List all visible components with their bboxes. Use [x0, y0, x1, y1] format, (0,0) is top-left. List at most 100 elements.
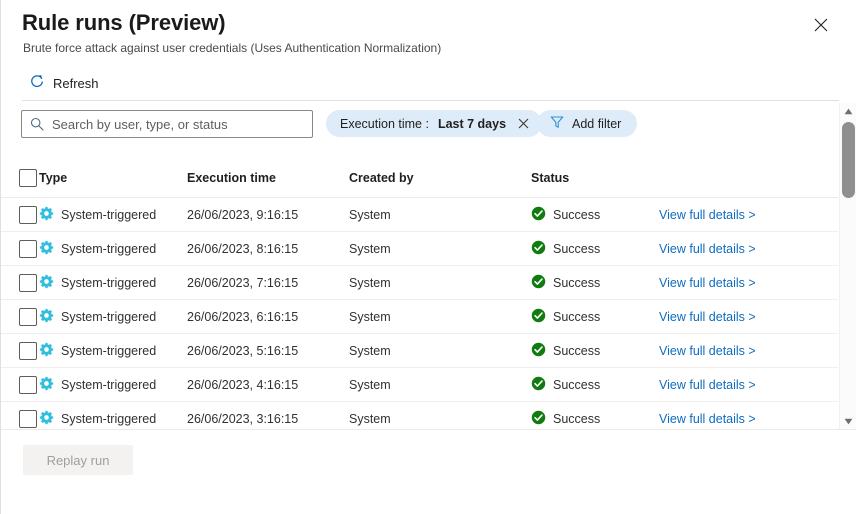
- table-row[interactable]: System-triggered 26/06/2023, 6:16:15 Syste…: [1, 299, 838, 334]
- vertical-scrollbar[interactable]: [839, 103, 856, 430]
- replay-run-button[interactable]: Replay run: [23, 445, 133, 475]
- view-full-details-link[interactable]: View full details >: [659, 208, 756, 222]
- cell-actions: View full details >: [659, 265, 838, 300]
- add-filter-label: Add filter: [572, 116, 622, 131]
- search-box[interactable]: [21, 110, 313, 138]
- row-select-cell: [1, 197, 39, 232]
- table-row[interactable]: System-triggered 26/06/2023, 5:16:15 Syste…: [1, 333, 838, 368]
- cell-status: Success: [531, 265, 659, 300]
- cell-execution-time: 26/06/2023, 6:16:15: [187, 299, 349, 334]
- view-full-details-link[interactable]: View full details >: [659, 310, 756, 324]
- cell-created-by: System: [349, 333, 531, 368]
- cell-created-by: System: [349, 265, 531, 300]
- view-full-details-link[interactable]: View full details >: [659, 412, 756, 426]
- search-icon: [22, 117, 52, 131]
- filter-pill-label: Execution time :: [340, 116, 429, 131]
- type-label: System-triggered: [61, 241, 157, 256]
- cell-actions: View full details >: [659, 333, 838, 368]
- cell-type: System-triggered: [39, 333, 187, 368]
- cell-type: System-triggered: [39, 231, 187, 266]
- page-subtitle: Brute force attack against user credenti…: [23, 41, 442, 55]
- table-row[interactable]: System-triggered 26/06/2023, 7:16:15 Syste…: [1, 265, 838, 300]
- gear-icon: [39, 240, 54, 258]
- scrollbar-thumb[interactable]: [842, 122, 855, 198]
- cell-execution-time: 26/06/2023, 8:16:15: [187, 231, 349, 266]
- cell-actions: View full details >: [659, 401, 838, 430]
- runs-table-body: System-triggered 26/06/2023, 9:16:15 Syste…: [1, 197, 838, 430]
- view-full-details-link[interactable]: View full details >: [659, 276, 756, 290]
- scroll-down-arrow-icon[interactable]: [840, 413, 856, 430]
- view-full-details-link[interactable]: View full details >: [659, 344, 756, 358]
- column-header-execution-time[interactable]: Execution time: [187, 158, 349, 198]
- rule-runs-panel: Rule runs (Preview) Brute force attack a…: [0, 0, 856, 514]
- refresh-button[interactable]: Refresh: [23, 70, 107, 97]
- cell-created-by: System: [349, 367, 531, 402]
- status-label: Success: [553, 309, 601, 324]
- column-header-actions: [659, 158, 838, 198]
- cell-execution-time: 26/06/2023, 4:16:15: [187, 367, 349, 402]
- column-header-created-by[interactable]: Created by: [349, 158, 531, 198]
- add-filter-button[interactable]: Add filter: [537, 110, 638, 137]
- refresh-icon: [29, 74, 45, 93]
- success-icon: [531, 274, 546, 292]
- table-row[interactable]: System-triggered 26/06/2023, 4:16:15 Syste…: [1, 367, 838, 402]
- row-checkbox[interactable]: [19, 409, 37, 428]
- row-checkbox[interactable]: [19, 273, 37, 292]
- runs-table: Type Execution time Created by Status Sy…: [1, 158, 838, 430]
- view-full-details-link[interactable]: View full details >: [659, 378, 756, 392]
- table-row[interactable]: System-triggered 26/06/2023, 3:16:15 Syste…: [1, 401, 838, 430]
- runs-table-container: Type Execution time Created by Status Sy…: [1, 158, 838, 430]
- row-checkbox[interactable]: [19, 239, 37, 258]
- close-button[interactable]: [808, 12, 834, 38]
- cell-created-by: System: [349, 231, 531, 266]
- cell-status: Success: [531, 401, 659, 430]
- column-header-execution-time-label: Execution time: [187, 170, 276, 185]
- row-checkbox[interactable]: [19, 341, 37, 360]
- success-icon: [531, 410, 546, 428]
- filter-row: Execution time : Last 7 days Add filter: [1, 110, 856, 140]
- select-all-checkbox[interactable]: [19, 168, 37, 187]
- cell-execution-time: 26/06/2023, 5:16:15: [187, 333, 349, 368]
- row-select-cell: [1, 265, 39, 300]
- runs-table-head: Type Execution time Created by Status: [1, 158, 838, 198]
- cell-created-by: System: [349, 401, 531, 430]
- close-icon: [814, 18, 828, 32]
- view-full-details-link[interactable]: View full details >: [659, 242, 756, 256]
- cell-created-by: System: [349, 197, 531, 232]
- row-select-cell: [1, 333, 39, 368]
- cell-actions: View full details >: [659, 367, 838, 402]
- row-checkbox[interactable]: [19, 375, 37, 394]
- cell-status: Success: [531, 197, 659, 232]
- table-row[interactable]: System-triggered 26/06/2023, 8:16:15 Syste…: [1, 231, 838, 266]
- row-checkbox[interactable]: [19, 307, 37, 326]
- status-label: Success: [553, 377, 601, 392]
- search-input[interactable]: [52, 111, 312, 137]
- status-label: Success: [553, 207, 601, 222]
- cell-execution-time: 26/06/2023, 3:16:15: [187, 401, 349, 430]
- status-label: Success: [553, 275, 601, 290]
- column-header-type[interactable]: Type: [39, 158, 187, 198]
- type-label: System-triggered: [61, 207, 157, 222]
- table-row[interactable]: System-triggered 26/06/2023, 9:16:15 Syste…: [1, 197, 838, 232]
- filter-funnel-icon: [550, 115, 564, 132]
- type-label: System-triggered: [61, 377, 157, 392]
- command-bar: Refresh: [23, 70, 107, 97]
- success-icon: [531, 342, 546, 360]
- column-header-type-label: Type: [39, 170, 68, 185]
- gear-icon: [39, 274, 54, 292]
- column-header-status[interactable]: Status: [531, 158, 659, 198]
- cell-execution-time: 26/06/2023, 9:16:15: [187, 197, 349, 232]
- row-checkbox[interactable]: [19, 205, 37, 224]
- filter-pill-remove-icon[interactable]: [516, 117, 530, 131]
- gear-icon: [39, 342, 54, 360]
- gear-icon: [39, 308, 54, 326]
- cell-status: Success: [531, 231, 659, 266]
- scroll-up-arrow-icon[interactable]: [840, 103, 856, 120]
- filter-pill-execution-time[interactable]: Execution time : Last 7 days: [326, 110, 543, 137]
- status-label: Success: [553, 343, 601, 358]
- header-divider: [22, 100, 839, 101]
- cell-status: Success: [531, 299, 659, 334]
- cell-type: System-triggered: [39, 299, 187, 334]
- cell-actions: View full details >: [659, 231, 838, 266]
- success-icon: [531, 206, 546, 224]
